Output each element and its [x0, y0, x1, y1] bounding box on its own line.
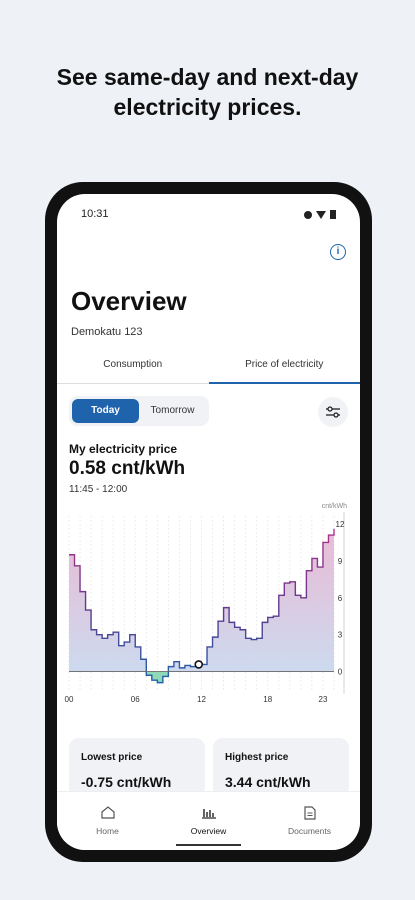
nav-overview-label: Overview [190, 826, 227, 836]
page-title: Overview [71, 286, 187, 316]
x-tick-label: 00 [65, 695, 74, 704]
price-stats: Lowest price -0.75 cnt/kWh Highest price… [69, 738, 360, 798]
tab-price-of-electricity[interactable]: Price of electricity [208, 346, 361, 384]
day-toggle: Today Tomorrow [69, 396, 209, 426]
wifi-icon [316, 210, 326, 219]
lowest-price-value: -0.75 cnt/kWh [81, 774, 172, 790]
chart-area [69, 528, 335, 684]
nav-home[interactable]: Home [57, 792, 158, 850]
nav-documents-label: Documents [288, 826, 331, 836]
current-price-marker [194, 660, 204, 669]
nav-home-label: Home [96, 826, 119, 836]
y-tick-label: 12 [336, 520, 345, 529]
y-tick-label: 9 [338, 557, 343, 566]
y-axis-label: cnt/kWh [322, 503, 347, 510]
tomorrow-button[interactable]: Tomorrow [139, 399, 206, 423]
y-tick-label: 3 [338, 631, 343, 640]
battery-icon [330, 210, 336, 219]
price-area-fill [69, 528, 334, 683]
today-button[interactable]: Today [72, 399, 139, 423]
x-tick-label: 12 [197, 695, 206, 704]
x-tick-label: 18 [263, 695, 272, 704]
sliders-icon [326, 406, 340, 418]
promo-line-2: electricity prices. [113, 94, 302, 120]
address-label: Demokatu 123 [71, 326, 143, 338]
x-tick-label: 06 [131, 695, 140, 704]
filter-button[interactable] [318, 397, 348, 427]
home-icon [100, 806, 115, 819]
highest-price-label: Highest price [225, 752, 289, 763]
lowest-price-card: Lowest price -0.75 cnt/kWh [69, 738, 205, 798]
phone-frame: 10:31 i Overview Demokatu 123 Consumptio… [45, 182, 372, 862]
status-bar: 10:31 [81, 208, 336, 224]
status-time: 10:31 [81, 208, 109, 220]
nav-overview[interactable]: Overview [158, 792, 259, 850]
x-tick-label: 23 [319, 695, 328, 704]
price-label: My electricity price [69, 442, 178, 456]
promo-headline: See same-day and next-day electricity pr… [0, 62, 415, 122]
y-tick-label: 0 [338, 668, 343, 677]
bottom-nav: Home Overview Documents [57, 791, 360, 850]
tab-consumption[interactable]: Consumption [57, 346, 209, 383]
highest-price-value: 3.44 cnt/kWh [225, 774, 311, 790]
promo-line-1: See same-day and next-day [56, 64, 359, 90]
app-screen: 10:31 i Overview Demokatu 123 Consumptio… [57, 194, 360, 850]
document-icon [303, 806, 316, 820]
nav-documents[interactable]: Documents [259, 792, 360, 850]
price-time-range: 11:45 - 12:00 [69, 484, 128, 495]
status-icons [304, 210, 336, 219]
price-value: 0.58 cnt/kWh [69, 458, 186, 479]
highest-price-card: Highest price 3.44 cnt/kWh [213, 738, 349, 798]
price-chart[interactable]: cnt/kWh 12963000 06 12 18 23 [63, 500, 353, 716]
bar-chart-icon [201, 809, 216, 819]
tab-bar: Consumption Price of electricity [57, 346, 360, 384]
lowest-price-label: Lowest price [81, 752, 143, 763]
signal-icon [304, 210, 312, 219]
info-icon[interactable]: i [330, 244, 346, 260]
y-tick-label: 6 [338, 594, 343, 603]
